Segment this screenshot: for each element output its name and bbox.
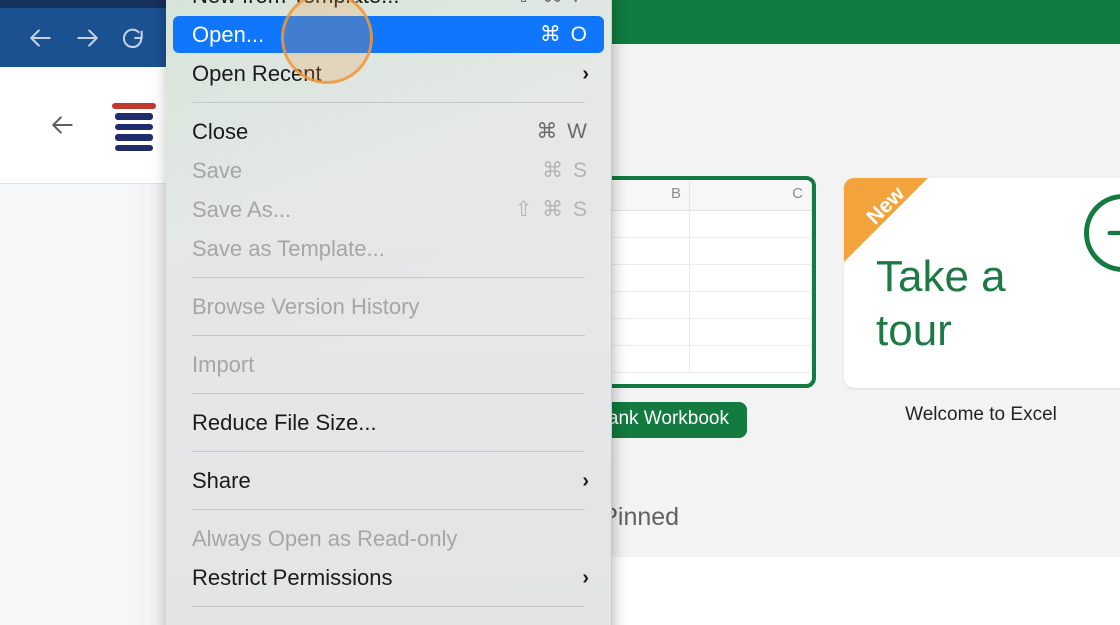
logo-bar-navy-2 <box>115 123 153 131</box>
menu-item-shortcut: ⇧ ⌘ S <box>514 198 589 221</box>
menu-item-restrict-permissions[interactable]: Restrict Permissions › <box>166 558 611 597</box>
grid-cell <box>690 211 812 237</box>
browser-tab-strip <box>0 0 166 8</box>
chevron-right-icon: › <box>582 62 589 85</box>
take-a-tour-card[interactable]: New Take a tour <box>844 178 1120 388</box>
chevron-right-icon: › <box>582 566 589 589</box>
excel-stacked-logo-icon <box>112 102 160 152</box>
welcome-to-excel-caption: Welcome to Excel <box>905 404 1057 425</box>
browser-toolbar <box>0 8 166 67</box>
menu-item-shortcut: ⌘ S <box>542 159 589 182</box>
back-arrow-icon[interactable] <box>28 25 54 51</box>
file-menu-dropdown: New from Template...⇧ ⌘ P Open... ⌘ O Open … <box>166 0 612 625</box>
menu-item-label: Save <box>192 157 243 183</box>
grid-column-c: C <box>690 180 812 210</box>
menu-item-share[interactable]: Share › <box>166 461 611 500</box>
menu-item-label: New from Template... <box>192 0 515 9</box>
left-side-panel <box>0 184 167 625</box>
menu-separator <box>192 335 585 336</box>
app-back-arrow-icon[interactable] <box>50 112 76 138</box>
menu-item-label: Share <box>192 467 251 493</box>
take-a-tour-title: Take a tour <box>876 252 1006 355</box>
grid-cell <box>690 319 812 345</box>
menu-item-label: Open Recent <box>192 60 322 86</box>
logo-bar-red <box>112 102 156 110</box>
menu-item-label: Always Open as Read-only <box>192 525 458 551</box>
logo-bar-navy-3 <box>115 134 153 141</box>
menu-item-label: Open... <box>192 21 265 47</box>
menu-item-shortcut: ⌘ W <box>536 120 589 143</box>
screen-root: Templates A B C Blank Workbook New Take … <box>0 0 1120 625</box>
grid-cell <box>690 238 812 264</box>
menu-separator <box>192 393 585 394</box>
menu-item-shortcut: ⇧ ⌘ P <box>515 0 589 8</box>
menu-separator <box>192 102 585 103</box>
menu-item-save: Save ⌘ S <box>166 151 611 190</box>
menu-item-label: Restrict Permissions <box>192 564 393 590</box>
menu-item-shortcut: ⌘ O <box>539 23 589 46</box>
forward-arrow-icon[interactable] <box>74 25 100 51</box>
grid-cell <box>690 292 812 318</box>
menu-item-import: Import <box>166 345 611 384</box>
menu-item-label: Import <box>192 351 255 377</box>
logo-bar-navy-4 <box>115 144 153 152</box>
menu-separator <box>192 509 585 510</box>
grid-cell <box>690 265 812 291</box>
menu-separator <box>192 277 585 278</box>
menu-separator <box>192 606 585 607</box>
menu-item-save-as: Save As... ⇧ ⌘ S <box>166 190 611 229</box>
menu-item-reduce-file-size[interactable]: Reduce File Size... <box>166 403 611 442</box>
menu-item-label: Save As... <box>192 196 292 222</box>
menu-item-label: Save as Template... <box>192 235 385 261</box>
chevron-right-icon: › <box>582 469 589 492</box>
menu-item-label: Browse Version History <box>192 293 420 319</box>
menu-item-label: Reduce File Size... <box>192 409 377 435</box>
menu-item-open[interactable]: Open... ⌘ O <box>166 15 611 54</box>
menu-item-new-from-template[interactable]: New from Template...⇧ ⌘ P <box>166 0 611 15</box>
arrow-right-circle-icon[interactable] <box>1084 194 1120 272</box>
menu-item-browse-version-history: Browse Version History <box>166 287 611 326</box>
reload-icon[interactable] <box>120 25 146 51</box>
menu-item-close[interactable]: Close ⌘ W <box>166 112 611 151</box>
logo-bar-navy-1 <box>115 113 153 120</box>
grid-cell <box>690 346 812 372</box>
menu-item-save-as-template: Save as Template... <box>166 229 611 268</box>
menu-item-always-open-as-read-only: Always Open as Read-only <box>166 519 611 558</box>
menu-separator <box>192 451 585 452</box>
menu-item-open-recent[interactable]: Open Recent › <box>166 54 611 93</box>
menu-item-label: Close <box>192 118 249 144</box>
